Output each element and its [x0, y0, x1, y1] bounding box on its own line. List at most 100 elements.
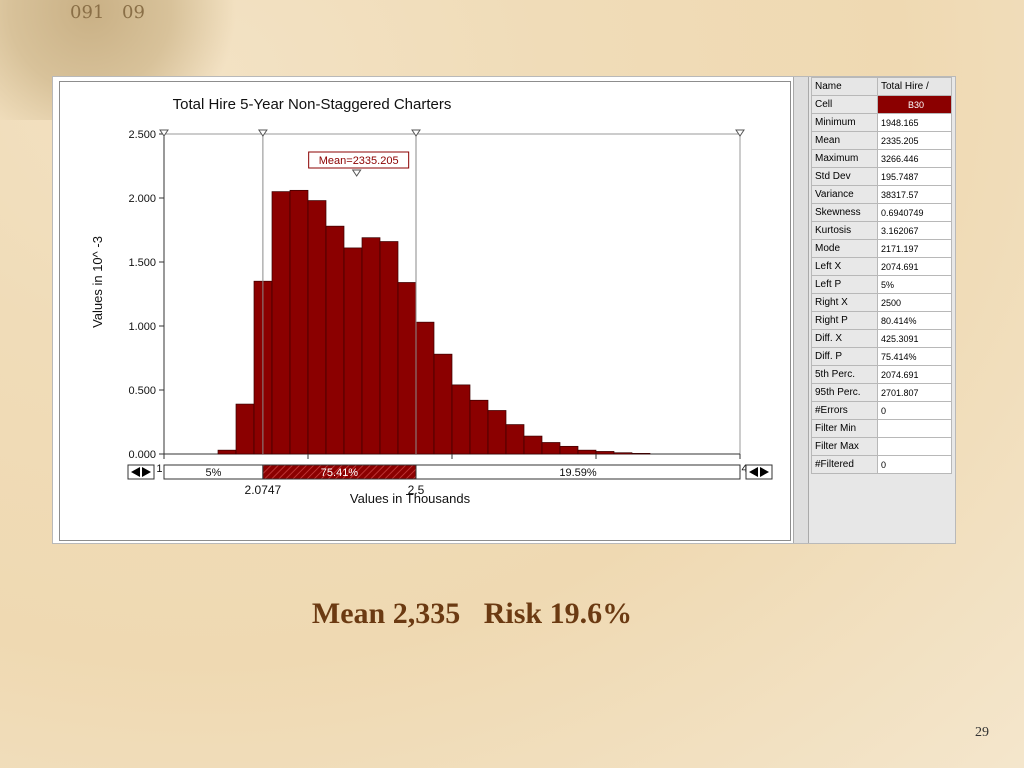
y-tick-label: 0.500 — [128, 385, 156, 397]
stats-row: #Filtered 0 — [811, 455, 952, 474]
y-tick-label: 0.000 — [128, 449, 156, 461]
chart-pane: Total Hire 5-Year Non-Staggered Charters… — [53, 77, 793, 543]
stats-row: Right P 80.414% — [811, 311, 952, 330]
histogram-bar — [577, 449, 597, 455]
stats-row: Left X 2074.691 — [811, 257, 952, 276]
stats-row: Mode 2171.197 — [811, 239, 952, 258]
stats-key[interactable]: Diff. X — [811, 329, 878, 348]
delimiter-marker[interactable] — [257, 129, 268, 137]
stats-row: Left P 5% — [811, 275, 952, 294]
stats-row: Mean 2335.205 — [811, 131, 952, 150]
histogram-bar — [487, 410, 507, 455]
stats-key[interactable]: 5th Perc. — [811, 365, 878, 384]
stats-value[interactable]: 1948.165 — [877, 113, 952, 132]
y-tick-label: 1.000 — [128, 321, 156, 333]
stats-value[interactable]: B30 — [877, 95, 952, 114]
stats-key[interactable]: Filter Min — [811, 419, 878, 438]
stats-key[interactable]: Left X — [811, 257, 878, 276]
probbar-mid-label: 75.41% — [321, 467, 359, 479]
chart-title: Total Hire 5-Year Non-Staggered Charters — [173, 96, 452, 113]
stats-row: Diff. X 425.3091 — [811, 329, 952, 348]
stats-key[interactable]: Std Dev — [811, 167, 878, 186]
y-tick-label: 2.500 — [128, 129, 156, 141]
stats-value[interactable]: 195.7487 — [877, 167, 952, 186]
pane-splitter[interactable] — [793, 77, 809, 543]
stats-key[interactable]: #Filtered — [811, 455, 878, 474]
stats-value[interactable]: 0.6940749 — [877, 203, 952, 222]
delimiter-marker[interactable] — [411, 129, 421, 137]
compass-mark: 09 — [122, 2, 145, 23]
stats-key[interactable]: Variance — [811, 185, 878, 204]
stats-key[interactable]: Diff. P — [811, 347, 878, 366]
stats-key[interactable]: 95th Perc. — [811, 383, 878, 402]
compass-mark: 091 — [70, 2, 105, 23]
stats-value[interactable]: 38317.57 — [877, 185, 952, 204]
stats-header-name[interactable]: Name — [811, 77, 878, 96]
delimiter-marker[interactable] — [159, 129, 169, 137]
y-tick-label: 2.000 — [128, 193, 156, 205]
stats-value[interactable]: 2074.691 — [877, 257, 952, 276]
stats-value[interactable]: 2171.197 — [877, 239, 952, 258]
histogram-bar — [289, 189, 309, 455]
stats-value[interactable]: 2335.205 — [877, 131, 952, 150]
stats-value[interactable]: 2074.691 — [877, 365, 952, 384]
delimiter-marker[interactable] — [735, 129, 745, 137]
stats-value[interactable] — [877, 419, 952, 438]
stats-value[interactable] — [877, 437, 952, 456]
stats-key[interactable]: Maximum — [811, 149, 878, 168]
histogram-bar — [235, 403, 255, 455]
risk-window: Total Hire 5-Year Non-Staggered Charters… — [52, 76, 956, 544]
headline-mean: Mean 2,335 — [311, 597, 461, 630]
statistics-table: Name Total Hire / Cell B30 Minimum 1948.165… — [811, 77, 952, 474]
histogram-bar — [559, 445, 579, 455]
histogram-bar — [217, 449, 237, 455]
histogram-bar — [523, 435, 543, 455]
y-tick-label: 1.500 — [128, 257, 156, 269]
stats-key[interactable]: Skewness — [811, 203, 878, 222]
stats-key[interactable]: Kurtosis — [811, 221, 878, 240]
stats-row: Right X 2500 — [811, 293, 952, 312]
stats-row: Kurtosis 3.162067 — [811, 221, 952, 240]
stats-row: Diff. P 75.414% — [811, 347, 952, 366]
stats-row: Filter Max — [811, 437, 952, 456]
histogram-bar — [271, 191, 291, 455]
histogram-bar — [307, 200, 327, 455]
histogram-chart: Total Hire 5-Year Non-Staggered Charters… — [90, 96, 773, 506]
histogram-bar — [361, 237, 381, 455]
stats-value[interactable]: 2500 — [877, 293, 952, 312]
stats-key[interactable]: #Errors — [811, 401, 878, 420]
mean-label: Mean=2335.205 — [319, 155, 399, 167]
stats-value[interactable]: 3266.446 — [877, 149, 952, 168]
mean-marker — [351, 169, 362, 177]
stats-value[interactable]: 0 — [877, 455, 952, 474]
stats-row: 95th Perc. 2701.807 — [811, 383, 952, 402]
slide-headline: Mean 2,335 Risk 19.6% — [0, 597, 944, 631]
stats-value[interactable]: 0 — [877, 401, 952, 420]
stats-row: Maximum 3266.446 — [811, 149, 952, 168]
stats-row: Std Dev 195.7487 — [811, 167, 952, 186]
left-x-value-label: 2.0747 — [245, 483, 282, 497]
stats-key[interactable]: Left P — [811, 275, 878, 294]
stats-row: Cell B30 — [811, 95, 952, 114]
stats-value[interactable]: 2701.807 — [877, 383, 952, 402]
histogram-bar — [505, 424, 525, 455]
headline-risk: Risk 19.6% — [483, 597, 633, 630]
stats-value[interactable]: 425.3091 — [877, 329, 952, 348]
histogram-bar — [397, 282, 417, 455]
stats-value[interactable]: 3.162067 — [877, 221, 952, 240]
stats-value[interactable]: 80.414% — [877, 311, 952, 330]
stats-key[interactable]: Minimum — [811, 113, 878, 132]
stats-key[interactable]: Right P — [811, 311, 878, 330]
stats-key[interactable]: Right X — [811, 293, 878, 312]
stats-key[interactable]: Cell — [811, 95, 878, 114]
histogram-bar — [415, 321, 435, 455]
histogram-bar — [379, 241, 399, 455]
stats-value[interactable]: 5% — [877, 275, 952, 294]
stats-key[interactable]: Mode — [811, 239, 878, 258]
statistics-pane: Name Total Hire / Cell B30 Minimum 1948.165… — [809, 77, 955, 543]
stats-header-output[interactable]: Total Hire / — [877, 77, 952, 96]
stats-key[interactable]: Mean — [811, 131, 878, 150]
stats-key[interactable]: Filter Max — [811, 437, 878, 456]
stats-value[interactable]: 75.414% — [877, 347, 952, 366]
histogram-bar — [595, 451, 615, 455]
